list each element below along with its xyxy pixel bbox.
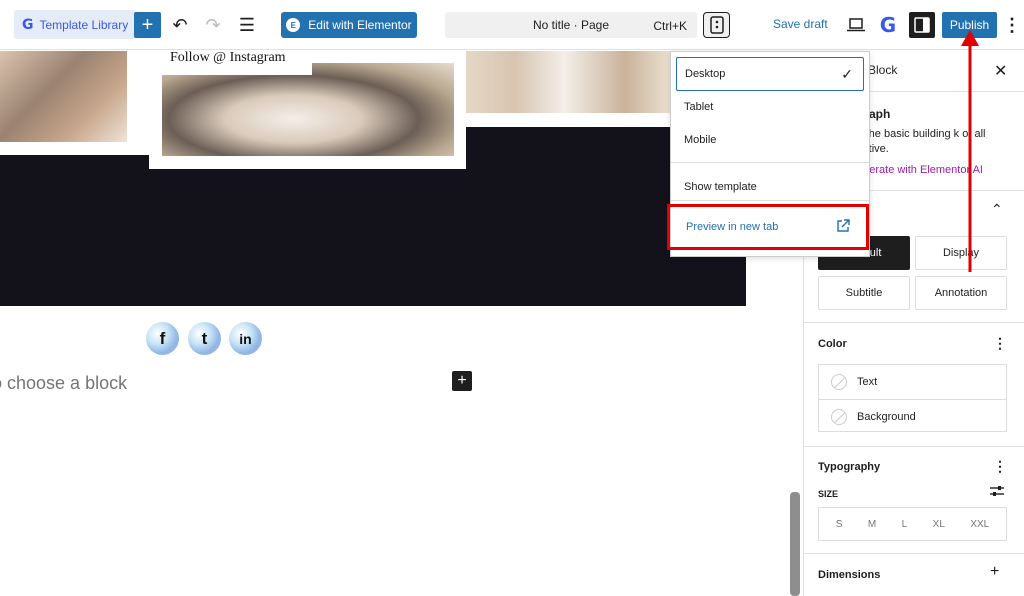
menu-item-preview-new-tab[interactable]: Preview in new tab [667,204,869,250]
size-settings-icon[interactable] [990,485,1004,500]
divider [804,446,1024,447]
gutenkit-button[interactable]: G [876,12,900,38]
chevron-up-icon[interactable]: ⌃ [991,201,1003,218]
style-subtitle-button[interactable]: Subtitle [818,276,910,310]
empty-swatch-icon [831,408,847,425]
font-size-picker: S M L XL XXL [818,507,1007,541]
text-color-item[interactable]: Text [819,365,1006,399]
view-page-button[interactable] [845,14,867,36]
background-color-item[interactable]: Background [819,399,1006,433]
dimensions-section-title: Dimensions [818,569,881,581]
redo-icon[interactable]: ↷ [200,12,226,38]
elementor-icon: E [286,18,301,32]
sidebar-toggle-icon [914,17,930,33]
preview-dropdown-menu: Desktop ✓ Tablet Mobile Show template Pr… [667,51,870,257]
close-icon[interactable]: ✕ [994,61,1007,81]
divider [804,553,1024,554]
device-preview-icon [709,16,724,34]
menu-item-tablet[interactable]: Tablet [671,94,869,120]
instagram-follow-label: Follow @ Instagram [138,51,312,75]
color-panel: Text Background [818,364,1007,432]
shortcut-hint: Ctrl+K [653,19,687,33]
empty-swatch-icon [831,374,847,390]
tab-block[interactable]: Block [868,63,897,77]
options-menu-icon[interactable]: ⋮ [1003,12,1021,38]
undo-icon[interactable]: ↶ [167,12,193,38]
laptop-icon [847,18,865,32]
desktop-label: Desktop [685,68,726,80]
settings-toggle-button[interactable] [909,12,935,38]
block-inserter-button[interactable]: + [452,371,472,391]
divider [804,322,1024,323]
canvas-scrollbar[interactable] [790,492,800,596]
size-option-l[interactable]: L [902,519,908,530]
menu-item-show-template[interactable]: Show template [671,174,869,200]
twitter-icon[interactable]: t [188,322,221,355]
save-draft-button[interactable]: Save draft [773,17,828,31]
divider [671,200,869,201]
add-block-button[interactable]: + [134,12,161,38]
typography-section-title: Typography [818,461,881,473]
text-color-label: Text [857,376,878,388]
device-preview-button[interactable] [703,12,730,38]
background-color-label: Background [857,410,916,423]
size-option-s[interactable]: S [836,519,843,530]
external-link-icon [837,219,850,232]
size-label: SIZE [818,489,839,499]
template-library-button[interactable]: G Template Library [14,10,137,39]
facebook-icon[interactable]: f [146,322,179,355]
document-title: No title · Page [532,18,610,32]
size-option-m[interactable]: M [868,519,876,530]
preview-new-tab-label: Preview in new tab [686,221,779,233]
photo-image [430,51,674,113]
size-option-xl[interactable]: XL [933,519,945,530]
plus-icon[interactable]: + [990,563,999,581]
command-palette-button[interactable]: No title · Page Ctrl+K [445,12,697,38]
annotation-arrow-icon [961,30,979,272]
size-option-xxl[interactable]: XXL [970,519,989,530]
gallery-photo-1 [0,51,150,155]
top-toolbar: G Template Library + ↶ ↷ ☰ E Edit with E… [0,0,1024,50]
editor-root: G Template Library + ↶ ↷ ☰ E Edit with E… [0,0,1024,596]
typography-options-icon[interactable]: ⋮ [993,458,1007,475]
menu-item-mobile[interactable]: Mobile [671,127,869,153]
color-section-title: Color [818,338,847,350]
sliders-icon [990,486,1004,496]
menu-item-desktop[interactable]: Desktop ✓ [676,57,864,91]
photo-image [162,63,454,156]
edit-with-elementor-button[interactable]: E Edit with Elementor [281,12,417,38]
template-library-label: Template Library [39,17,129,32]
edit-with-elementor-label: Edit with Elementor [308,18,412,32]
divider [671,162,869,163]
check-icon: ✓ [841,66,853,82]
photo-image [0,51,127,142]
style-annotation-button[interactable]: Annotation [915,276,1007,310]
linkedin-icon[interactable]: in [229,322,262,355]
gutenkit-logo-icon: G [22,16,34,33]
block-placeholder[interactable]: o choose a block [0,373,127,394]
list-view-icon[interactable]: ☰ [234,12,260,38]
color-options-icon[interactable]: ⋮ [993,335,1007,352]
